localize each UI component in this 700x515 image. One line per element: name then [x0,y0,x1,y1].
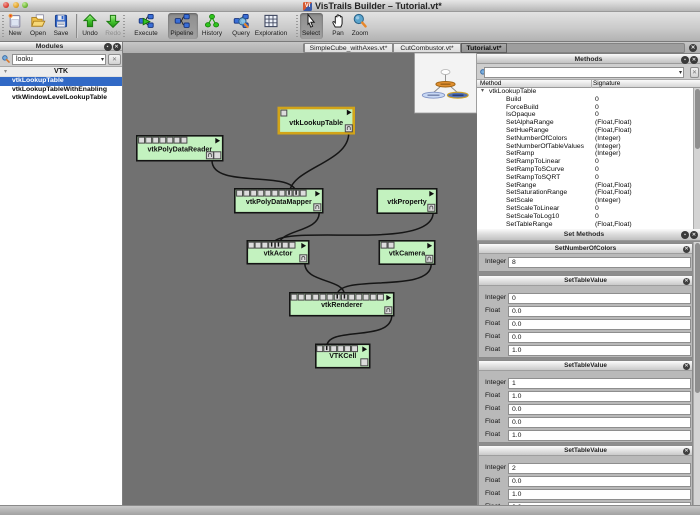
svg-text:vtkRenderer: vtkRenderer [321,301,363,309]
svg-text:vtkPolyDataMapper: vtkPolyDataMapper [246,198,312,206]
svg-text:vtkProperty: vtkProperty [387,198,426,206]
svg-text:VTKCell: VTKCell [329,352,356,360]
svg-text:vtkPolyDataReader: vtkPolyDataReader [147,145,212,153]
svg-text:vtkActor: vtkActor [264,249,293,257]
svg-text:vtkCamera: vtkCamera [389,250,425,258]
svg-text:vtkLookupTable: vtkLookupTable [289,119,343,127]
